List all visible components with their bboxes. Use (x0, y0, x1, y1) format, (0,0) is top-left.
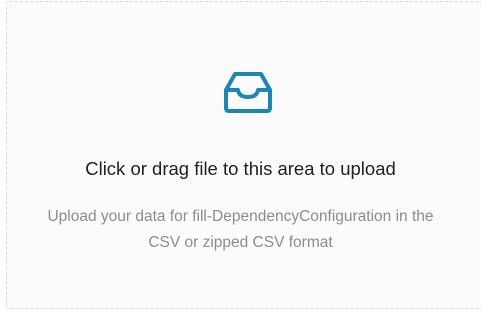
upload-hint-line-2: CSV or zipped CSV format (148, 234, 333, 251)
upload-hint: Upload your data for fill-DependencyConf… (0, 204, 481, 256)
upload-hint-line-1: Upload your data for fill-DependencyConf… (47, 208, 434, 225)
upload-title: Click or drag file to this area to uploa… (85, 158, 396, 179)
upload-dropzone[interactable] (6, 1, 481, 309)
inbox-icon (222, 70, 274, 114)
